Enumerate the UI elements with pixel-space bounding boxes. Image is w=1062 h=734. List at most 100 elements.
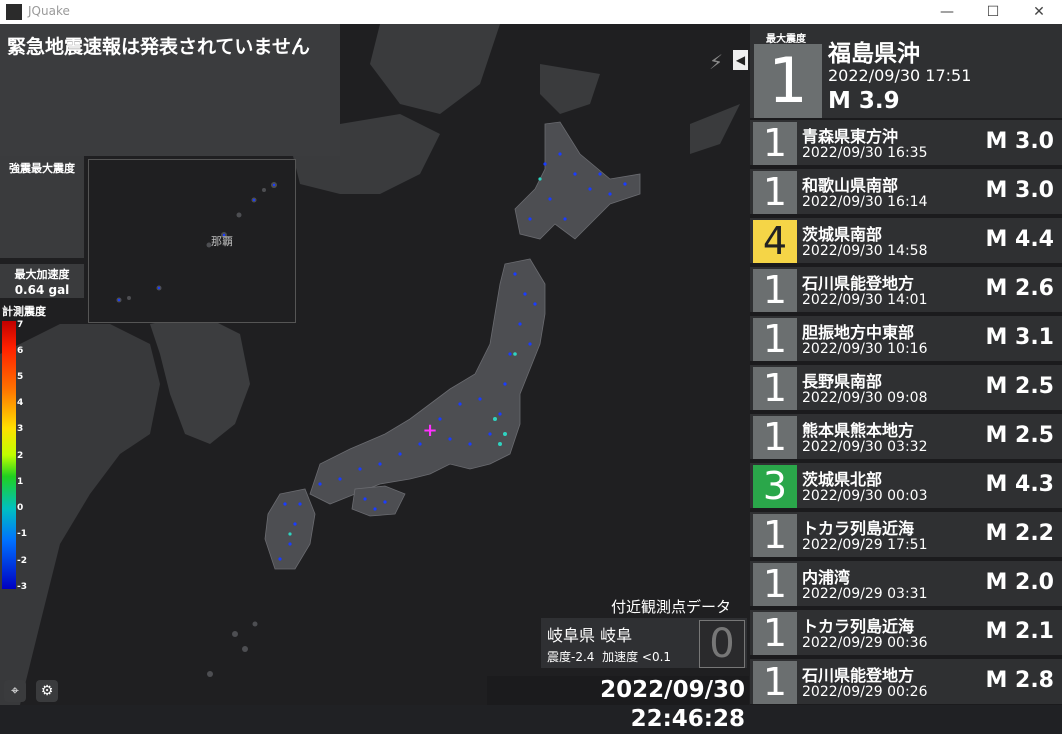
earthquake-magnitude: M 2.1 bbox=[985, 619, 1054, 644]
title-bar: JQuake — ☐ ✕ bbox=[0, 0, 1062, 24]
okinawa-inset-map: 那覇 bbox=[88, 159, 296, 323]
earthquake-list-item[interactable]: 1 石川県能登地方 2022/09/29 00:26 M 2.8 bbox=[750, 659, 1062, 704]
intensity-badge: 4 bbox=[753, 220, 797, 263]
scale-label: 0 bbox=[17, 503, 24, 513]
max-accel-value: 0.64 gal bbox=[14, 283, 70, 297]
earthquake-magnitude: M 2.8 bbox=[985, 668, 1054, 693]
scale-label: -1 bbox=[17, 529, 27, 539]
scale-label: 5 bbox=[17, 372, 24, 382]
scale-label: -3 bbox=[17, 582, 27, 592]
station-intensity-label: 震度 bbox=[547, 650, 572, 664]
max-accel-panel: 最大加速度 0.64 gal bbox=[0, 264, 84, 298]
latest-max-intensity-label: 最大震度 bbox=[766, 34, 806, 45]
intensity-badge: 1 bbox=[753, 563, 797, 606]
earthquake-list-item[interactable]: 1 内浦湾 2022/09/29 03:31 M 2.0 bbox=[750, 561, 1062, 606]
earthquake-magnitude: M 4.3 bbox=[985, 472, 1054, 497]
latest-magnitude: M 3.9 bbox=[828, 88, 900, 114]
map-view[interactable]: + 緊急地震速報は発表されていません 強震最大震度 那覇 最大加速度 0.64 … bbox=[0, 24, 750, 705]
earthquake-list-item[interactable]: 1 長野県南部 2022/09/30 09:08 M 2.5 bbox=[750, 365, 1062, 410]
earthquake-list-item[interactable]: 1 青森県東方沖 2022/09/30 16:35 M 3.0 bbox=[750, 120, 1062, 165]
earthquake-region: 石川県能登地方 bbox=[802, 666, 915, 685]
earthquake-time: 2022/09/30 14:01 bbox=[802, 292, 928, 308]
earthquake-time: 2022/09/29 00:36 bbox=[802, 635, 928, 651]
settings-icon[interactable]: ⚙ bbox=[36, 680, 58, 702]
earthquake-time: 2022/09/29 00:26 bbox=[802, 684, 928, 700]
intensity-color-scale bbox=[2, 321, 16, 589]
earthquake-magnitude: M 2.5 bbox=[985, 374, 1054, 399]
max-accel-label: 最大加速度 bbox=[14, 268, 70, 281]
earthquake-history-sidebar: 最大震度 1 福島県沖 2022/09/30 17:51 M 3.9 1 青森県東… bbox=[750, 24, 1062, 705]
scale-label: 6 bbox=[17, 346, 24, 356]
earthquake-list-item[interactable]: 1 胆振地方中東部 2022/09/30 10:16 M 3.1 bbox=[750, 316, 1062, 361]
earthquake-time: 2022/09/30 16:35 bbox=[802, 145, 928, 161]
scale-label: 1 bbox=[17, 477, 24, 487]
okinawa-islands bbox=[116, 182, 277, 303]
lightning-icon[interactable]: ⚡ bbox=[709, 50, 723, 74]
maximize-button[interactable]: ☐ bbox=[970, 0, 1016, 24]
collapse-panel-button[interactable]: ◀ bbox=[733, 50, 748, 70]
earthquake-time: 2022/09/30 09:08 bbox=[802, 390, 928, 406]
intensity-badge: 1 bbox=[753, 122, 797, 165]
latest-time: 2022/09/30 17:51 bbox=[828, 66, 972, 85]
earthquake-list-item[interactable]: 1 トカラ列島近海 2022/09/29 17:51 M 2.2 bbox=[750, 512, 1062, 557]
intensity-badge: 3 bbox=[753, 465, 797, 508]
earthquake-magnitude: M 2.0 bbox=[985, 570, 1054, 595]
earthquake-magnitude: M 3.0 bbox=[985, 129, 1054, 154]
earthquake-region: トカラ列島近海 bbox=[802, 617, 915, 636]
earthquake-time: 2022/09/30 10:16 bbox=[802, 341, 928, 357]
earthquake-list-item[interactable]: 1 トカラ列島近海 2022/09/29 00:36 M 2.1 bbox=[750, 610, 1062, 655]
earthquake-list-item[interactable]: 4 茨城県南部 2022/09/30 14:58 M 4.4 bbox=[750, 218, 1062, 263]
latest-earthquake-card[interactable]: 最大震度 1 福島県沖 2022/09/30 17:51 M 3.9 bbox=[750, 24, 1062, 118]
intensity-badge: 1 bbox=[753, 416, 797, 459]
app-icon bbox=[6, 4, 22, 20]
station-intensity-value: -2.4 bbox=[571, 650, 595, 664]
scale-label: 4 bbox=[17, 398, 24, 408]
nearby-station-title: 付近観測点データ bbox=[611, 598, 732, 616]
station-name: 岐阜県 岐阜 bbox=[547, 626, 633, 645]
window-title: JQuake bbox=[28, 4, 70, 18]
station-accel-label: 加速度 bbox=[602, 650, 639, 664]
earthquake-magnitude: M 2.6 bbox=[985, 276, 1054, 301]
earthquake-region: 熊本県熊本地方 bbox=[802, 421, 915, 440]
strong-motion-panel: 強震最大震度 bbox=[0, 156, 84, 258]
earthquake-magnitude: M 4.4 bbox=[985, 227, 1054, 252]
earthquake-time: 2022/09/29 17:51 bbox=[802, 537, 928, 553]
earthquake-region: 茨城県北部 bbox=[802, 470, 883, 489]
scale-title: 計測震度 bbox=[2, 305, 46, 318]
intensity-badge: 1 bbox=[753, 612, 797, 655]
earthquake-region: 青森県東方沖 bbox=[802, 127, 899, 146]
earthquake-magnitude: M 2.2 bbox=[985, 521, 1054, 546]
station-values: 震度-2.4 加速度 <0.1 bbox=[547, 648, 671, 665]
earthquake-magnitude: M 2.5 bbox=[985, 423, 1054, 448]
earthquake-list-item[interactable]: 1 熊本県熊本地方 2022/09/30 03:32 M 2.5 bbox=[750, 414, 1062, 459]
earthquake-list-item[interactable]: 1 石川県能登地方 2022/09/30 14:01 M 2.6 bbox=[750, 267, 1062, 312]
earthquake-time: 2022/09/30 16:14 bbox=[802, 194, 928, 210]
scale-label: 2 bbox=[17, 451, 24, 461]
eew-status-panel: 緊急地震速報は発表されていません bbox=[0, 24, 340, 156]
earthquake-time: 2022/09/30 14:58 bbox=[802, 243, 928, 259]
earthquake-magnitude: M 3.0 bbox=[985, 178, 1054, 203]
close-button[interactable]: ✕ bbox=[1016, 0, 1062, 24]
earthquake-time: 2022/09/29 03:31 bbox=[802, 586, 928, 602]
station-intensity-badge: 0 bbox=[699, 620, 745, 668]
earthquake-list-item[interactable]: 1 和歌山県南部 2022/09/30 16:14 M 3.0 bbox=[750, 169, 1062, 214]
earthquake-region: 茨城県南部 bbox=[802, 225, 883, 244]
intensity-badge: 1 bbox=[753, 661, 797, 704]
intensity-badge: 1 bbox=[753, 318, 797, 361]
minimize-button[interactable]: — bbox=[924, 0, 970, 24]
latest-region: 福島県沖 bbox=[828, 41, 920, 67]
earthquake-region: 長野県南部 bbox=[802, 372, 883, 391]
eew-status-text: 緊急地震速報は発表されていません bbox=[7, 36, 310, 58]
earthquake-time: 2022/09/30 03:32 bbox=[802, 439, 928, 455]
earthquake-list-item[interactable]: 3 茨城県北部 2022/09/30 00:03 M 4.3 bbox=[750, 463, 1062, 508]
earthquake-region: 胆振地方中東部 bbox=[802, 323, 915, 342]
earthquake-magnitude: M 3.1 bbox=[985, 325, 1054, 350]
strong-motion-label: 強震最大震度 bbox=[9, 162, 75, 175]
intensity-badge: 1 bbox=[753, 514, 797, 557]
earthquake-time: 2022/09/30 00:03 bbox=[802, 488, 928, 504]
current-time: 2022/09/30 22:46:28 bbox=[487, 676, 749, 732]
scale-label: 7 bbox=[17, 320, 24, 330]
locate-icon[interactable]: ⌖ bbox=[4, 680, 26, 702]
scale-label: 3 bbox=[17, 424, 24, 434]
station-box: 岐阜県 岐阜 震度-2.4 加速度 <0.1 0 bbox=[541, 618, 747, 668]
